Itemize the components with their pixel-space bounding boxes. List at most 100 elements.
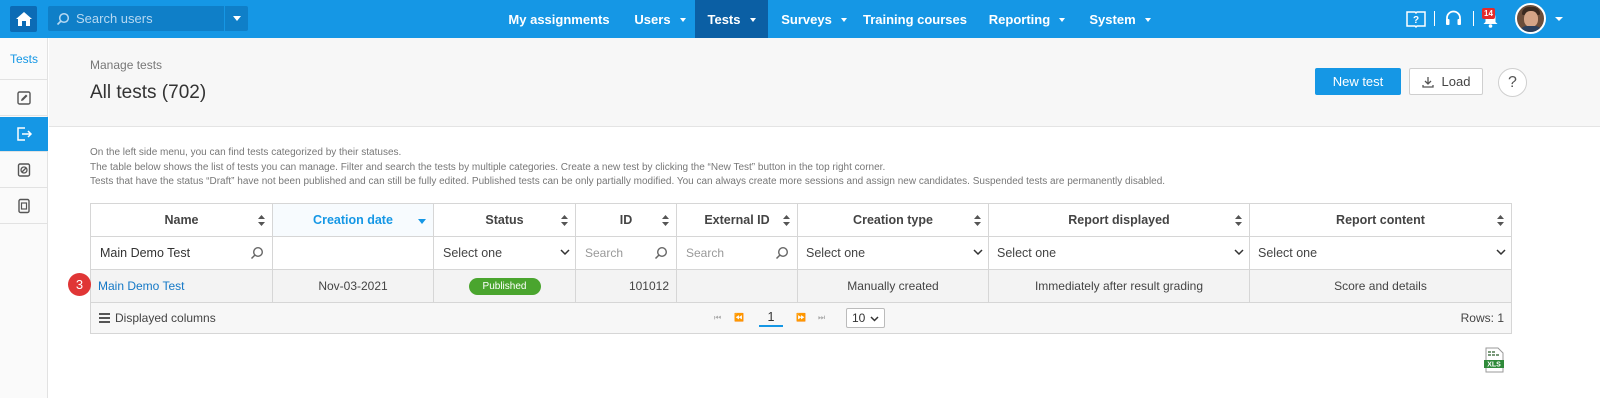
edit-icon: [17, 91, 31, 105]
info-text: On the left side menu, you can find test…: [90, 147, 1166, 187]
search-users-input[interactable]: [76, 11, 216, 26]
creation-type-filter-select[interactable]: Select one: [798, 237, 989, 269]
table-header-row: Name Creation date Status ID External ID…: [91, 204, 1511, 237]
creation-type-cell: Manually created: [798, 270, 989, 302]
load-button[interactable]: Load: [1409, 68, 1483, 95]
next-page-icon[interactable]: ⏩: [796, 313, 806, 322]
breadcrumb[interactable]: Manage tests: [90, 58, 162, 72]
list-icon: [99, 313, 110, 323]
archive-icon: [18, 198, 30, 214]
nav-training-courses[interactable]: Training courses: [860, 0, 970, 38]
prev-page-icon[interactable]: ⏪: [734, 313, 744, 322]
user-avatar[interactable]: [1515, 3, 1546, 34]
chevron-down-icon: [1059, 18, 1066, 22]
table-pager: Displayed columns ⏮ ⏪ 1 ⏩ ⏭ 10 Rows: 1: [91, 303, 1511, 333]
rows-per-page-select[interactable]: 10: [846, 308, 885, 328]
sort-icon: [662, 215, 669, 226]
sidebar-item-suspended[interactable]: [0, 153, 48, 188]
report-displayed-filter-select[interactable]: Select one: [989, 237, 1250, 269]
left-sidebar: Tests: [0, 38, 48, 398]
chevron-down-icon: [1234, 249, 1244, 256]
column-header-creation-type[interactable]: Creation type: [798, 204, 989, 236]
nav-tests[interactable]: Tests: [695, 0, 768, 38]
tests-table: Name Creation date Status ID External ID…: [90, 203, 1512, 334]
chevron-down-icon: [973, 249, 983, 256]
sort-icon: [1497, 215, 1504, 226]
external-id-filter-input[interactable]: Search: [677, 237, 798, 269]
xls-label: XLS: [1487, 362, 1501, 369]
chevron-down-icon: [749, 18, 756, 22]
nav-surveys[interactable]: Surveys: [772, 0, 856, 38]
id-filter-input[interactable]: Search: [576, 237, 677, 269]
sidebar-item-published[interactable]: [0, 117, 48, 152]
report-displayed-cell: Immediately after result grading: [989, 270, 1250, 302]
column-header-status[interactable]: Status: [434, 204, 576, 236]
row-number-marker: 3: [68, 273, 91, 296]
chevron-down-icon: [840, 18, 847, 22]
nav-my-assignments[interactable]: My assignments: [499, 0, 619, 38]
page-header: Manage tests All tests (702) New test Lo…: [49, 38, 1600, 127]
test-name-link[interactable]: Main Demo Test: [91, 270, 273, 302]
current-page[interactable]: 1: [759, 310, 783, 327]
svg-text:?: ?: [1413, 15, 1419, 26]
help-button[interactable]: ?: [1498, 68, 1527, 97]
chevron-down-icon: [232, 16, 241, 21]
first-page-icon[interactable]: ⏮: [714, 313, 721, 323]
table-row[interactable]: Main Demo Test Nov-03-2021 Published 101…: [91, 270, 1511, 303]
search-icon: [56, 12, 70, 25]
table-filter-row: Main Demo Test Select one Search Search …: [91, 237, 1511, 270]
help-book-icon[interactable]: ?: [1405, 9, 1427, 29]
shield-icon: [17, 163, 31, 177]
search-icon: [250, 246, 264, 260]
download-icon: [1421, 76, 1434, 88]
notification-badge: 14: [1482, 8, 1495, 19]
chevron-down-icon: [1144, 18, 1151, 22]
column-header-creation-date[interactable]: Creation date: [273, 204, 434, 236]
home-button[interactable]: [10, 6, 37, 32]
sidebar-item-archived[interactable]: [0, 189, 48, 224]
nav-reporting[interactable]: Reporting: [982, 0, 1072, 38]
chevron-down-icon: [679, 18, 686, 22]
displayed-columns-button[interactable]: Displayed columns: [99, 311, 216, 325]
sidebar-item-draft[interactable]: [0, 81, 48, 116]
chevron-down-icon: [870, 316, 879, 322]
nav-users[interactable]: Users: [625, 0, 695, 38]
search-icon: [654, 246, 668, 260]
nav-system[interactable]: System: [1080, 0, 1160, 38]
search-icon: [775, 246, 789, 260]
column-header-report-content[interactable]: Report content: [1250, 204, 1511, 236]
report-content-cell: Score and details: [1334, 279, 1427, 293]
last-page-icon[interactable]: ⏭: [818, 313, 825, 323]
report-content-filter-select[interactable]: Select one: [1250, 237, 1511, 269]
new-test-button[interactable]: New test: [1315, 68, 1401, 95]
id-cell: 101012: [576, 270, 677, 302]
sort-icon: [783, 215, 790, 226]
status-badge: Published: [468, 277, 541, 295]
search-users-box[interactable]: [48, 6, 224, 31]
chevron-down-icon: [1496, 249, 1506, 256]
chevron-down-icon[interactable]: [1555, 17, 1563, 21]
column-header-external-id[interactable]: External ID: [677, 204, 798, 236]
sort-icon: [974, 215, 981, 226]
creation-date-filter[interactable]: [273, 237, 434, 269]
xls-export-icon[interactable]: XLS: [1483, 347, 1505, 373]
home-icon: [15, 12, 32, 26]
search-filter-dropdown[interactable]: [225, 6, 248, 31]
rows-count: Rows: 1: [1460, 311, 1504, 325]
column-header-report-displayed[interactable]: Report displayed: [989, 204, 1250, 236]
separator: [1473, 11, 1474, 26]
column-header-name[interactable]: Name: [91, 204, 273, 236]
headset-icon[interactable]: [1444, 9, 1463, 28]
column-header-id[interactable]: ID: [576, 204, 677, 236]
status-cell: Published: [434, 270, 576, 302]
creation-date-cell: Nov-03-2021: [273, 270, 434, 302]
chevron-down-icon: [560, 249, 570, 256]
separator: [1434, 11, 1435, 26]
name-filter-input[interactable]: Main Demo Test: [91, 237, 273, 269]
sidebar-title[interactable]: Tests: [0, 38, 48, 80]
external-id-cell: [677, 270, 798, 302]
publish-icon: [16, 127, 32, 141]
page-title: All tests (702): [90, 82, 207, 103]
status-filter-select[interactable]: Select one: [434, 237, 576, 269]
sort-icon: [1235, 215, 1242, 226]
